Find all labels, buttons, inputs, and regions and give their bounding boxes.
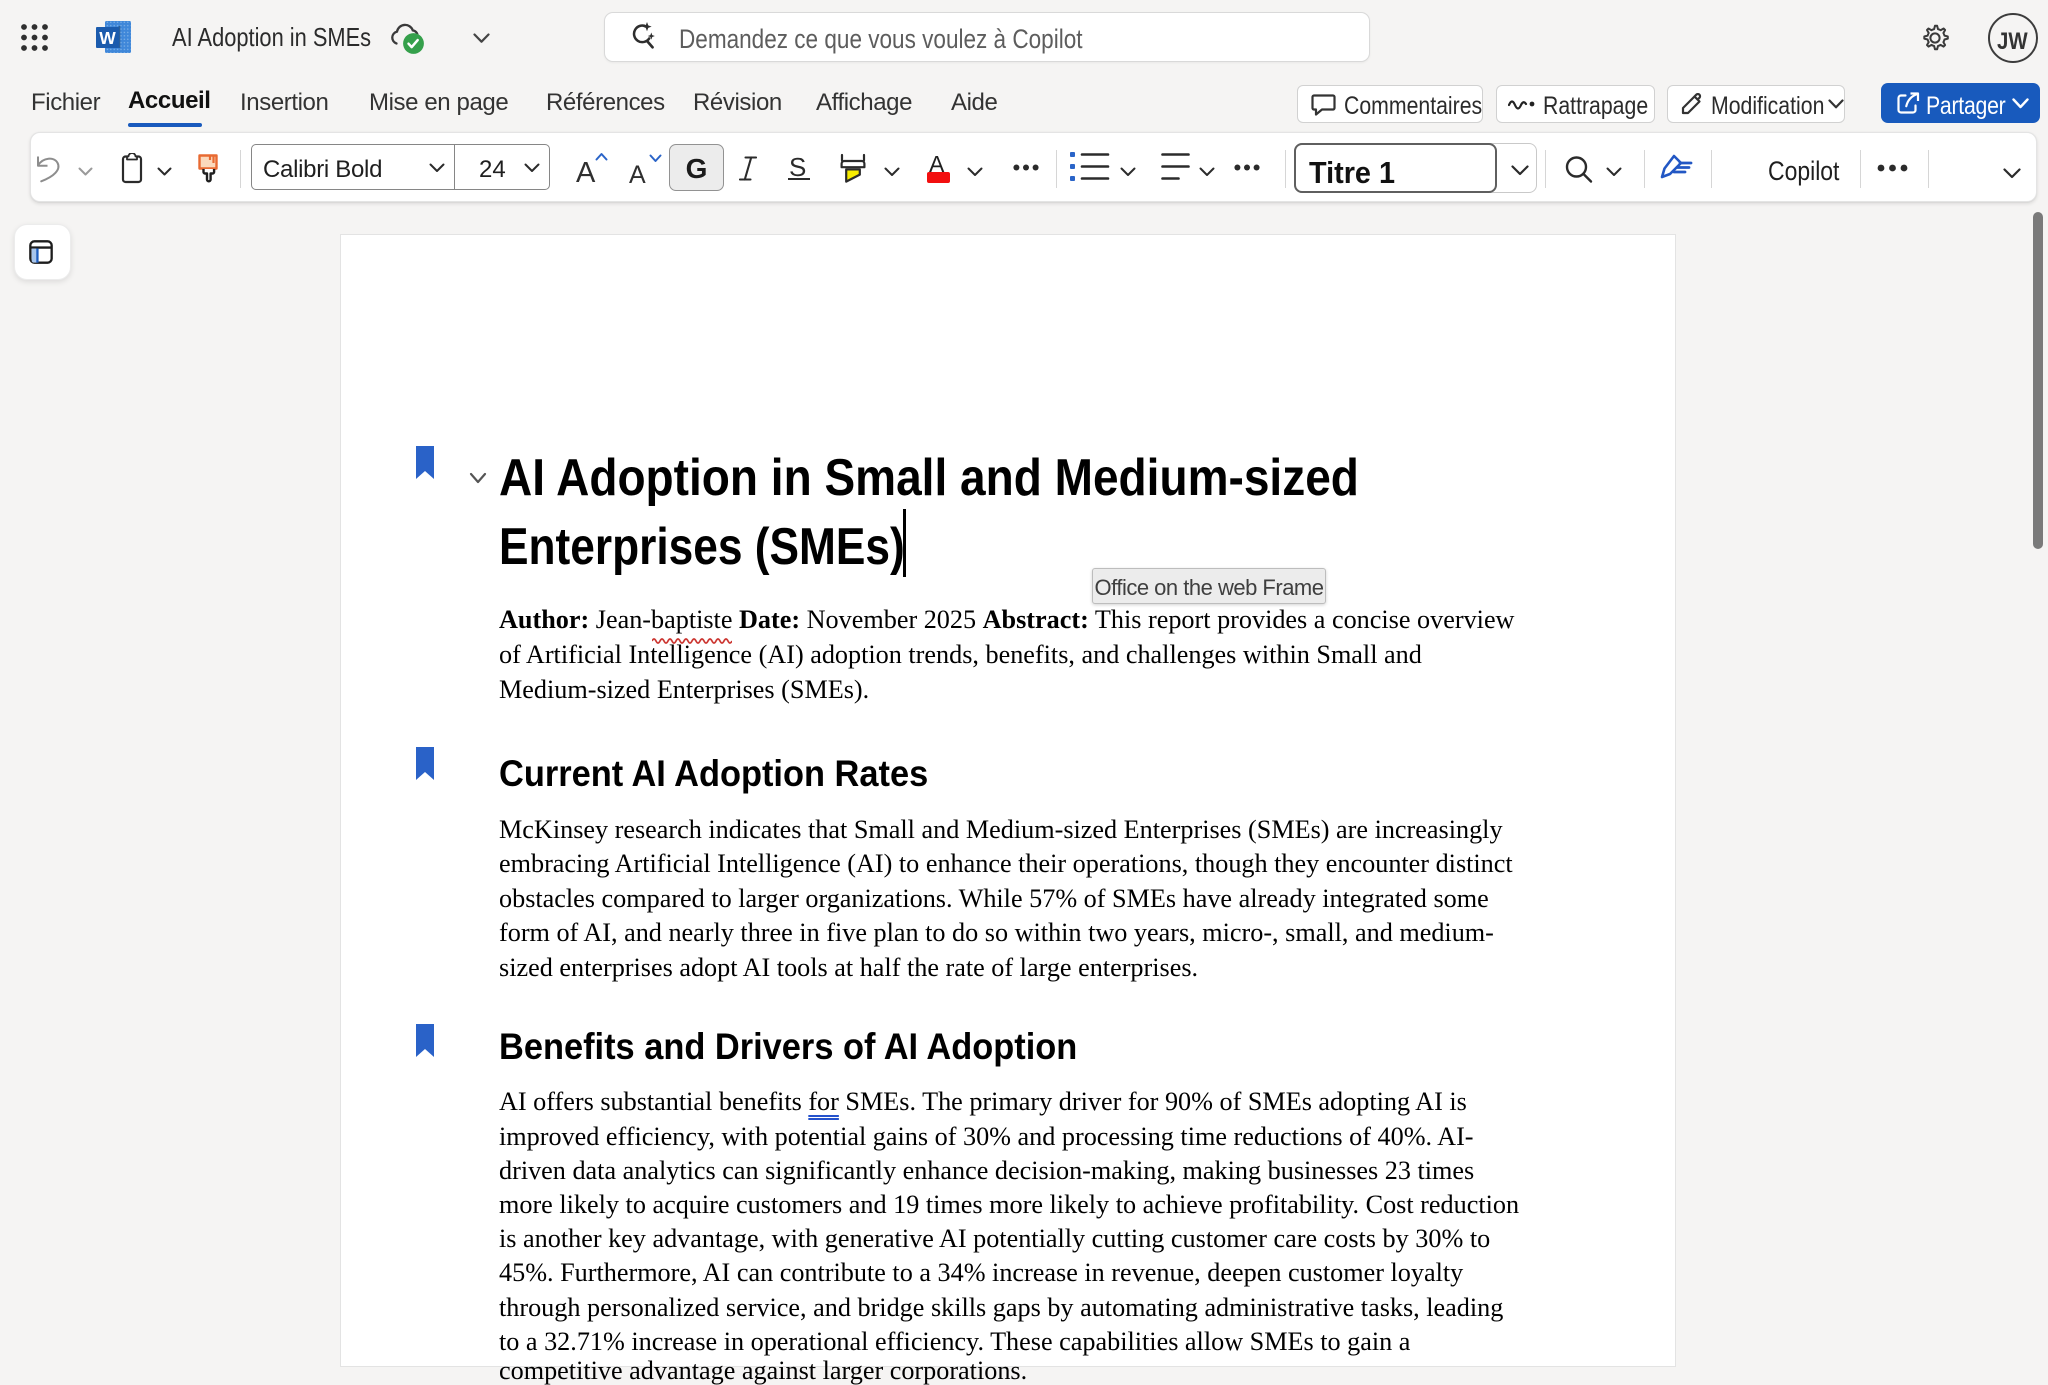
svg-text:W: W	[99, 28, 116, 48]
